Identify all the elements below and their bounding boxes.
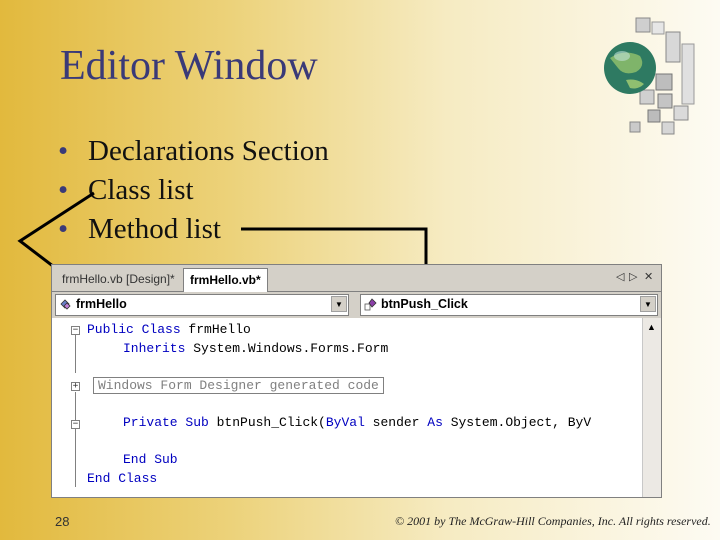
chevron-down-icon[interactable]: ▼ — [640, 296, 656, 312]
code-line: Inherits System.Windows.Forms.Form — [123, 340, 388, 358]
tab-prev-icon[interactable]: ◁ — [616, 270, 624, 283]
code-text: System.Windows.Forms.Form — [185, 341, 389, 356]
slide-title: Editor Window — [60, 43, 318, 89]
expand-icon[interactable]: + — [71, 382, 80, 391]
method-list-value: btnPush_Click — [381, 297, 468, 311]
class-list-value: frmHello — [76, 297, 127, 311]
fold-guide — [75, 333, 76, 373]
copyright-notice: © 2001 by The McGraw-Hill Companies, Inc… — [395, 514, 711, 528]
method-list-dropdown[interactable]: btnPush_Click ▼ — [360, 294, 658, 316]
vertical-scrollbar[interactable]: ▲ — [642, 318, 661, 497]
bullet-dot: • — [58, 135, 69, 167]
method-icon — [364, 298, 377, 311]
class-icon — [60, 299, 71, 310]
globe-logo-icon — [604, 17, 695, 135]
bullet-item: • Declarations Section — [58, 132, 329, 171]
bullet-dot: • — [58, 213, 69, 245]
bullet-declarations: Declarations Section — [88, 135, 329, 167]
code-line: Public Class frmHello — [87, 321, 251, 339]
scroll-up-icon[interactable]: ▲ — [647, 322, 656, 332]
code-text: sender — [364, 415, 428, 430]
code-editor-window: frmHello.vb [Design]* frmHello.vb* ◁ ▷ ✕… — [51, 264, 662, 498]
collapsed-region[interactable]: Windows Form Designer generated code — [93, 377, 384, 394]
fold-guide — [75, 392, 76, 487]
editor-tab-strip: frmHello.vb [Design]* frmHello.vb* ◁ ▷ ✕ — [52, 265, 661, 292]
collapse-icon[interactable]: − — [71, 420, 80, 429]
bullet-list: • Declarations Section • Class list • Metho… — [58, 132, 329, 249]
code-line: Private Sub btnPush_Click(ByVal sender A… — [123, 414, 591, 432]
bullet-item: • Class list — [58, 171, 329, 210]
slide-number: 28 — [55, 514, 70, 529]
keyword: Private Sub — [123, 415, 209, 430]
keyword: End Sub — [123, 452, 178, 467]
chevron-down-icon[interactable]: ▼ — [331, 296, 347, 312]
class-list-dropdown[interactable]: frmHello ▼ — [55, 294, 349, 316]
tab-next-icon[interactable]: ▷ — [629, 270, 637, 283]
code-text: btnPush_Click( — [208, 415, 326, 430]
bullet-dot: • — [58, 174, 69, 206]
code-line: End Sub — [123, 451, 178, 469]
code-line: Windows Form Designer generated code — [93, 377, 384, 395]
keyword: Public Class — [87, 322, 181, 337]
navigation-bar: frmHello ▼ btnPush_Click ▼ — [52, 292, 661, 318]
tab-code[interactable]: frmHello.vb* — [183, 268, 268, 292]
tab-design[interactable]: frmHello.vb [Design]* — [56, 268, 181, 290]
bullet-method-list: Method list — [88, 213, 221, 245]
code-text: frmHello — [180, 322, 251, 337]
close-icon[interactable]: ✕ — [644, 270, 653, 283]
collapse-icon[interactable]: − — [71, 326, 80, 335]
bullet-class-list: Class list — [88, 174, 194, 206]
keyword: End Class — [87, 471, 158, 486]
code-text: System.Object, ByV — [442, 415, 592, 430]
code-area[interactable]: − + − Public Class frmHello Inherits Sys… — [52, 318, 642, 497]
bullet-item: • Method list — [58, 210, 329, 249]
keyword: As — [427, 415, 443, 430]
code-line: End Class — [87, 470, 157, 488]
keyword: ByVal — [325, 415, 365, 430]
keyword: Inherits — [123, 341, 186, 356]
